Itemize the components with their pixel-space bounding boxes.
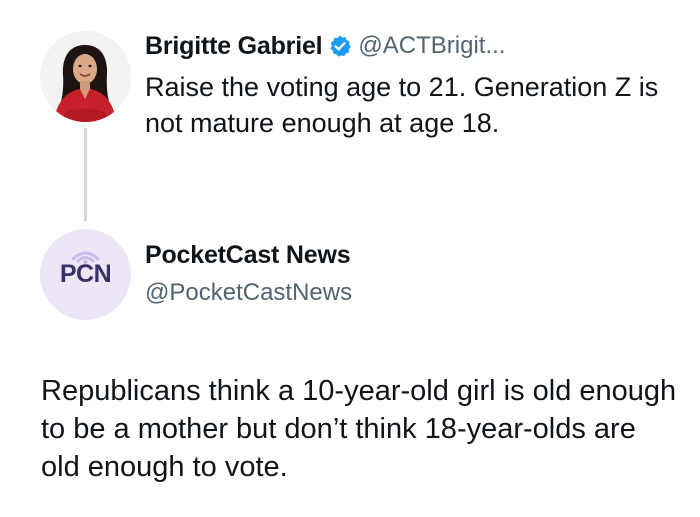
profile-photo-icon (40, 31, 131, 122)
author-handle[interactable]: @PocketCastNews (145, 278, 352, 308)
author-name[interactable]: PocketCast News (145, 240, 351, 270)
avatar-logo-text: PCN (59, 260, 112, 288)
thread-connector-line (84, 128, 87, 221)
avatar[interactable] (40, 31, 131, 122)
author-handle[interactable]: @ACTBrigit... (358, 31, 505, 61)
tweet-thread-screenshot: Brigitte Gabriel @ACTBrigit... Raise the… (0, 0, 700, 517)
verified-badge-icon (328, 34, 352, 58)
author-name[interactable]: Brigitte Gabriel (145, 31, 323, 61)
avatar[interactable]: PCN (40, 229, 131, 320)
main-tweet-text: Republicans think a 10-year-old girl is … (41, 375, 677, 483)
parent-tweet-header: Brigitte Gabriel @ACTBrigit... (145, 31, 505, 61)
parent-tweet-text: Raise the voting age to 21. Generation Z… (145, 72, 659, 138)
